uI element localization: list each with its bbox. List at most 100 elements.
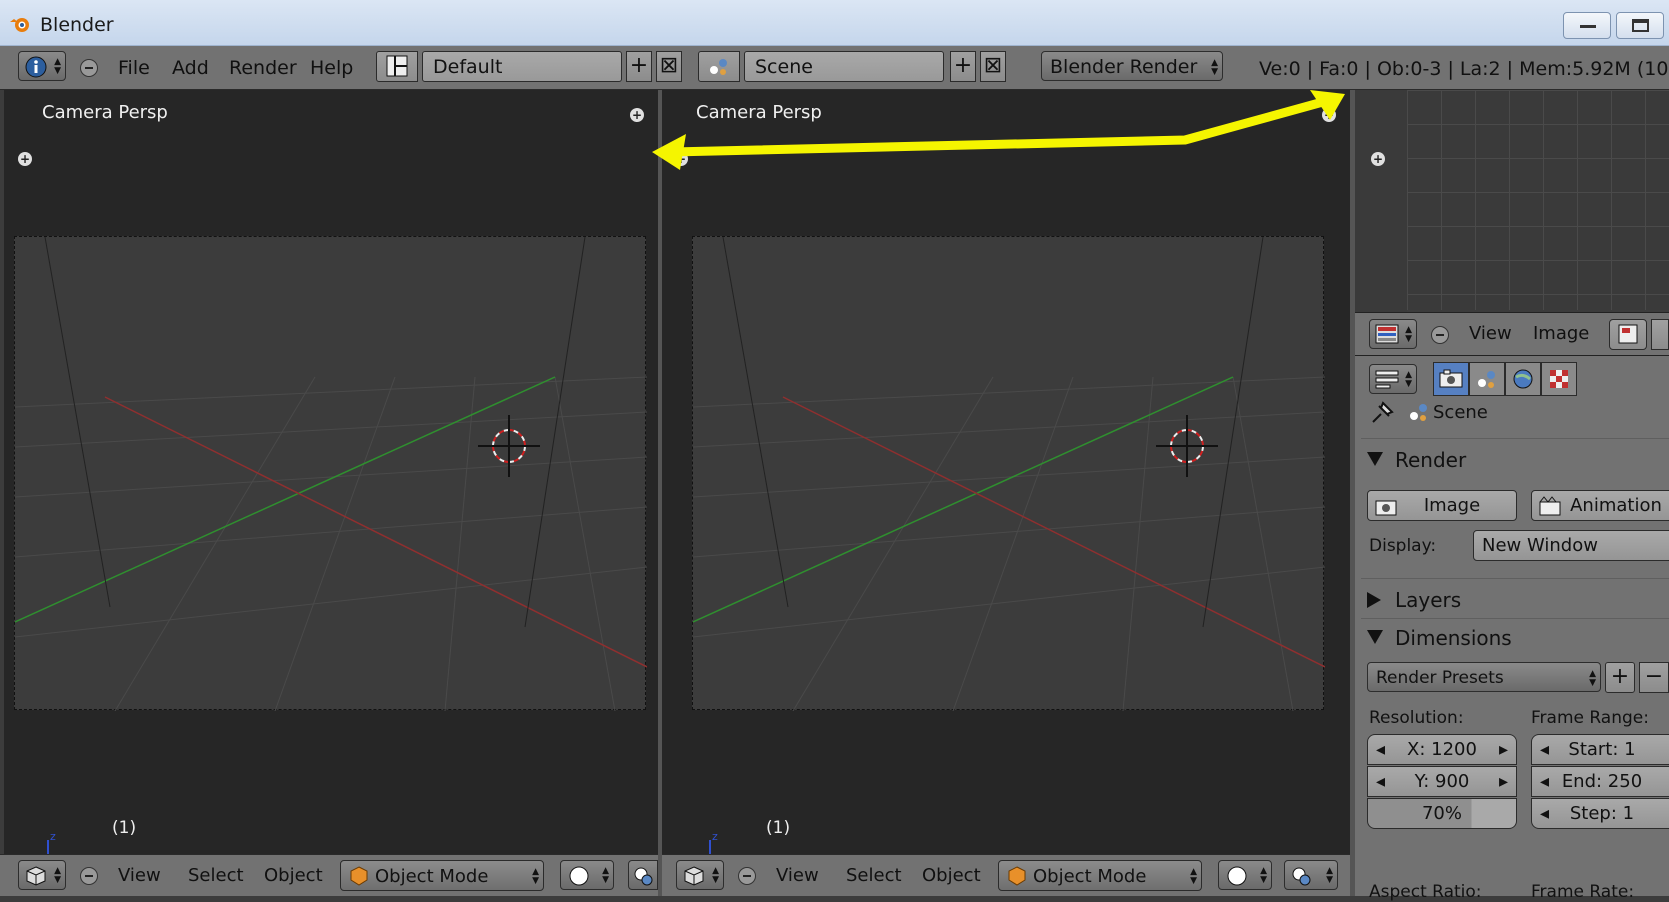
menu-view[interactable]: View xyxy=(776,865,819,886)
collapse-menus-button[interactable] xyxy=(80,867,98,885)
frame-start-field[interactable]: ◂ Start: 1 xyxy=(1531,734,1669,765)
tab-scene[interactable] xyxy=(1469,362,1505,396)
render-engine-select[interactable]: Blender Render ▲ ▼ xyxy=(1041,51,1223,81)
screen-layout-button[interactable] xyxy=(376,51,418,82)
pivot-icon xyxy=(1292,867,1311,886)
collapse-menus-button[interactable] xyxy=(1431,326,1449,344)
viewport-shading-select[interactable]: ▲ ▼ xyxy=(1218,860,1272,890)
dimensions-panel-header[interactable]: Dimensions xyxy=(1355,620,1669,656)
object-mode-select[interactable]: Object Mode ▲ ▼ xyxy=(340,860,544,891)
world-icon xyxy=(1513,369,1533,389)
maximize-button[interactable] xyxy=(1616,12,1664,39)
editor-type-button[interactable]: ▲ ▼ xyxy=(1369,364,1417,394)
remove-preset-button[interactable]: − xyxy=(1639,662,1669,693)
region-toggle-icon[interactable]: + xyxy=(630,108,644,122)
increment-arrow-icon[interactable]: ▸ xyxy=(1499,771,1508,792)
editor-type-button[interactable]: ▲ ▼ xyxy=(676,860,724,890)
add-scene-button[interactable]: + xyxy=(950,51,976,82)
frame-end-field[interactable]: ◂ End: 250 xyxy=(1531,766,1669,797)
layout-name-field[interactable]: Default xyxy=(422,51,622,82)
resolution-x-field[interactable]: ◂ X: 1200 ▸ xyxy=(1367,734,1517,765)
menu-object[interactable]: Object xyxy=(922,865,981,886)
dropdown-arrows-icon: ▲ ▼ xyxy=(532,867,539,886)
floor-grid xyxy=(693,237,1325,711)
menu-render[interactable]: Render xyxy=(229,57,297,79)
viewport-left-header: ▲ ▼ View Select Object Object Mode ▲ ▼ ▲ ▼ xyxy=(0,854,658,896)
area-divider[interactable] xyxy=(658,90,662,896)
image-browse-button[interactable] xyxy=(1609,319,1647,350)
menu-help[interactable]: Help xyxy=(310,57,353,79)
menu-select[interactable]: Select xyxy=(846,865,902,886)
properties-editor: ▲ ▼ Scene Render Image Animation Display:… xyxy=(1355,356,1669,902)
pivot-point-select[interactable] xyxy=(628,860,658,890)
object-mode-select[interactable]: Object Mode ▲ ▼ xyxy=(998,860,1202,891)
object-mode-value: Object Mode xyxy=(375,866,489,887)
res-pct-value: 70% xyxy=(1421,803,1462,824)
viewport-shading-select[interactable]: ▲ ▼ xyxy=(560,860,614,890)
editor-type-button[interactable]: ▲ ▼ xyxy=(18,860,66,890)
3d-cursor-icon[interactable] xyxy=(1156,415,1218,477)
toolshelf-toggle-icon[interactable]: + xyxy=(674,152,688,166)
render-panel-header[interactable]: Render xyxy=(1355,442,1669,478)
tab-render[interactable] xyxy=(1433,362,1469,396)
delete-layout-button[interactable]: ⊠ xyxy=(656,51,682,82)
dropdown-arrows-icon: ▲ ▼ xyxy=(1190,867,1197,886)
frame-step-field[interactable]: ◂ Step: 1 xyxy=(1531,798,1669,829)
render-image-button[interactable]: Image xyxy=(1367,490,1517,521)
decrement-arrow-icon[interactable]: ◂ xyxy=(1540,803,1549,824)
aspect-ratio-label: Aspect Ratio: xyxy=(1369,882,1482,902)
pivot-point-select[interactable]: ▲ ▼ xyxy=(1284,860,1338,890)
region-toggle-icon[interactable]: + xyxy=(1322,108,1336,122)
menu-view[interactable]: View xyxy=(118,865,161,886)
decrement-arrow-icon[interactable]: ◂ xyxy=(1540,771,1549,792)
tab-world[interactable] xyxy=(1505,362,1541,396)
3d-cursor-icon[interactable] xyxy=(478,415,540,477)
toolshelf-toggle-icon[interactable]: + xyxy=(1371,152,1385,166)
menu-image[interactable]: Image xyxy=(1533,323,1589,344)
add-preset-button[interactable]: + xyxy=(1605,662,1635,693)
menu-view[interactable]: View xyxy=(1469,323,1512,344)
expand-arrow-icon xyxy=(1367,630,1383,644)
toolshelf-toggle-icon[interactable]: + xyxy=(18,152,32,166)
minus-icon: − xyxy=(1644,664,1664,689)
scene-name-field[interactable]: Scene xyxy=(744,51,944,82)
decrement-arrow-icon[interactable]: ◂ xyxy=(1376,771,1385,792)
editor-type-button[interactable]: ▲ ▼ xyxy=(18,51,66,81)
texture-icon xyxy=(1550,370,1568,388)
menu-object[interactable]: Object xyxy=(264,865,323,886)
svg-text:z: z xyxy=(50,830,56,843)
minimize-button[interactable] xyxy=(1563,12,1611,39)
menu-add[interactable]: Add xyxy=(172,57,209,79)
start-value: Start: 1 xyxy=(1568,739,1636,760)
layers-panel-header[interactable]: Layers xyxy=(1355,582,1669,618)
decrement-arrow-icon[interactable]: ◂ xyxy=(1376,739,1385,760)
scene-icon xyxy=(1410,404,1427,421)
render-presets-select[interactable]: Render Presets ▲ ▼ xyxy=(1367,662,1601,692)
image-editor-icon xyxy=(1375,324,1399,344)
panel-title: Layers xyxy=(1395,588,1462,612)
collapse-menus-button[interactable] xyxy=(738,867,756,885)
delete-scene-button[interactable]: ⊠ xyxy=(980,51,1006,82)
menu-file[interactable]: File xyxy=(118,57,150,79)
resolution-y-field[interactable]: ◂ Y: 900 ▸ xyxy=(1367,766,1517,797)
viewport-label: Camera Persp xyxy=(42,102,168,123)
image-browse-extra[interactable] xyxy=(1651,319,1669,350)
image-editor-canvas[interactable] xyxy=(1407,90,1669,310)
editor-type-button[interactable]: ▲ ▼ xyxy=(1369,319,1417,349)
camera-frame xyxy=(14,236,647,711)
pin-icon[interactable] xyxy=(1369,400,1395,426)
resolution-label: Resolution: xyxy=(1369,708,1464,728)
tab-texture[interactable] xyxy=(1541,362,1577,396)
increment-arrow-icon[interactable]: ▸ xyxy=(1499,739,1508,760)
render-animation-button[interactable]: Animation xyxy=(1531,490,1669,521)
viewport-left[interactable]: Camera Persp + + zyx (1) xyxy=(4,90,658,856)
collapse-menus-button[interactable] xyxy=(80,59,98,77)
scene-browse-button[interactable] xyxy=(698,51,740,82)
resolution-percentage-slider[interactable]: 70% xyxy=(1367,798,1517,829)
layout-icon xyxy=(386,55,408,77)
viewport-right[interactable]: Camera Persp + + zyx (1) xyxy=(662,90,1350,856)
menu-select[interactable]: Select xyxy=(188,865,244,886)
display-select[interactable]: New Window xyxy=(1473,530,1669,561)
add-layout-button[interactable]: + xyxy=(626,51,652,82)
decrement-arrow-icon[interactable]: ◂ xyxy=(1540,739,1549,760)
